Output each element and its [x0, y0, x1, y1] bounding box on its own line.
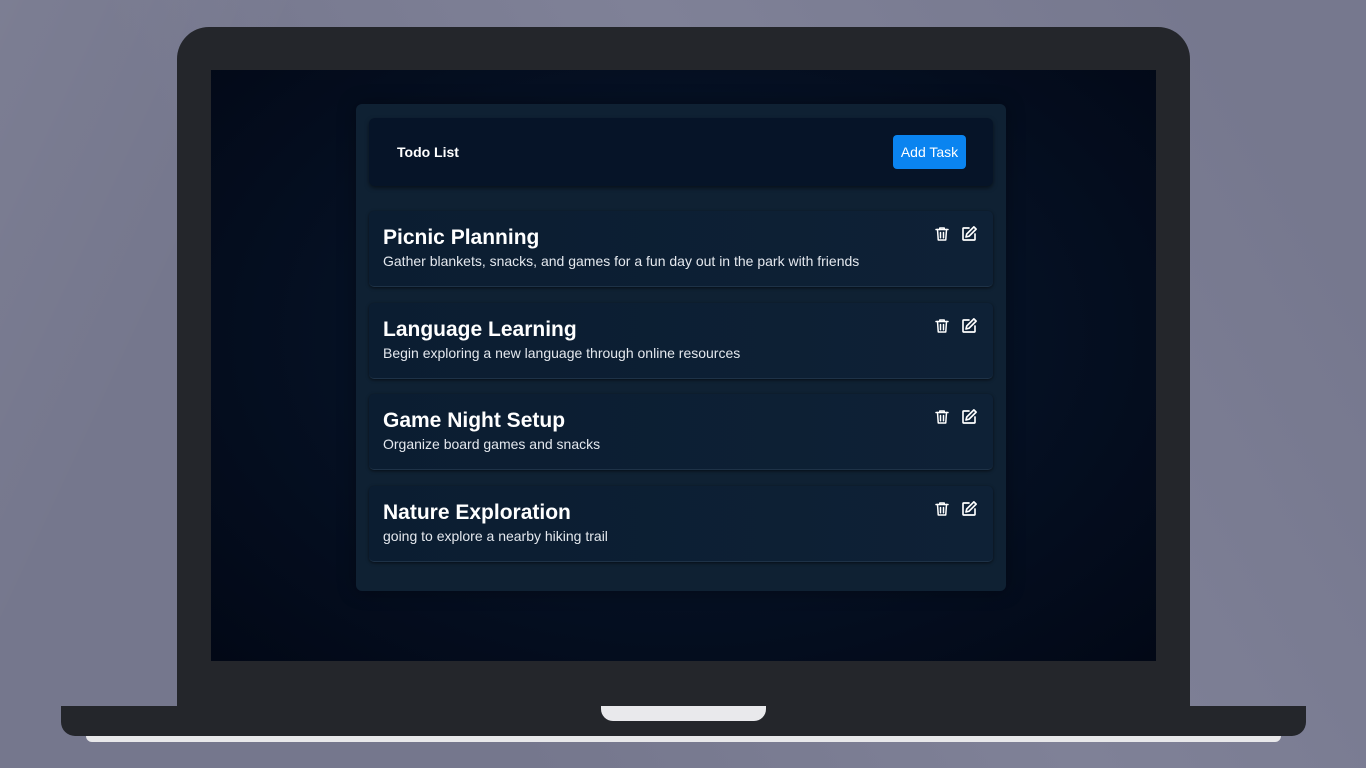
laptop-base-shadow: [86, 736, 1281, 742]
edit-icon[interactable]: [960, 317, 978, 335]
task-description: going to explore a nearby hiking trail: [383, 527, 608, 544]
task-title: Language Learning: [383, 317, 577, 341]
todo-panel: Todo List Add Task Picnic Planning Gathe…: [356, 104, 1006, 591]
task-item: Nature Exploration going to explore a ne…: [369, 485, 993, 562]
task-actions: [933, 225, 978, 243]
task-item: Picnic Planning Gather blankets, snacks,…: [369, 211, 993, 287]
task-description: Gather blankets, snacks, and games for a…: [383, 253, 860, 269]
trash-icon[interactable]: [933, 225, 951, 243]
task-actions: [933, 500, 978, 518]
task-item: Game Night Setup Organize board games an…: [369, 394, 993, 470]
app-header: Todo List Add Task: [369, 118, 993, 186]
edit-icon[interactable]: [960, 408, 978, 426]
task-title: Game Night Setup: [383, 409, 566, 432]
trash-icon[interactable]: [933, 317, 951, 335]
task-list: Picnic Planning Gather blankets, snacks,…: [369, 211, 993, 577]
laptop-notch: [601, 706, 766, 721]
task-item: Language Learning Begin exploring a new …: [369, 302, 993, 379]
task-description: Organize board games and snacks: [383, 436, 601, 452]
task-description: Begin exploring a new language through o…: [383, 344, 741, 361]
task-title: Picnic Planning: [383, 226, 540, 249]
task-actions: [933, 408, 978, 426]
add-task-button[interactable]: Add Task: [893, 135, 966, 169]
task-actions: [933, 317, 978, 335]
trash-icon[interactable]: [933, 408, 951, 426]
task-title: Nature Exploration: [383, 500, 571, 524]
edit-icon[interactable]: [960, 500, 978, 518]
edit-icon[interactable]: [960, 225, 978, 243]
trash-icon[interactable]: [933, 500, 951, 518]
app-title: Todo List: [397, 144, 459, 160]
laptop-screen: Todo List Add Task Picnic Planning Gathe…: [211, 70, 1156, 661]
